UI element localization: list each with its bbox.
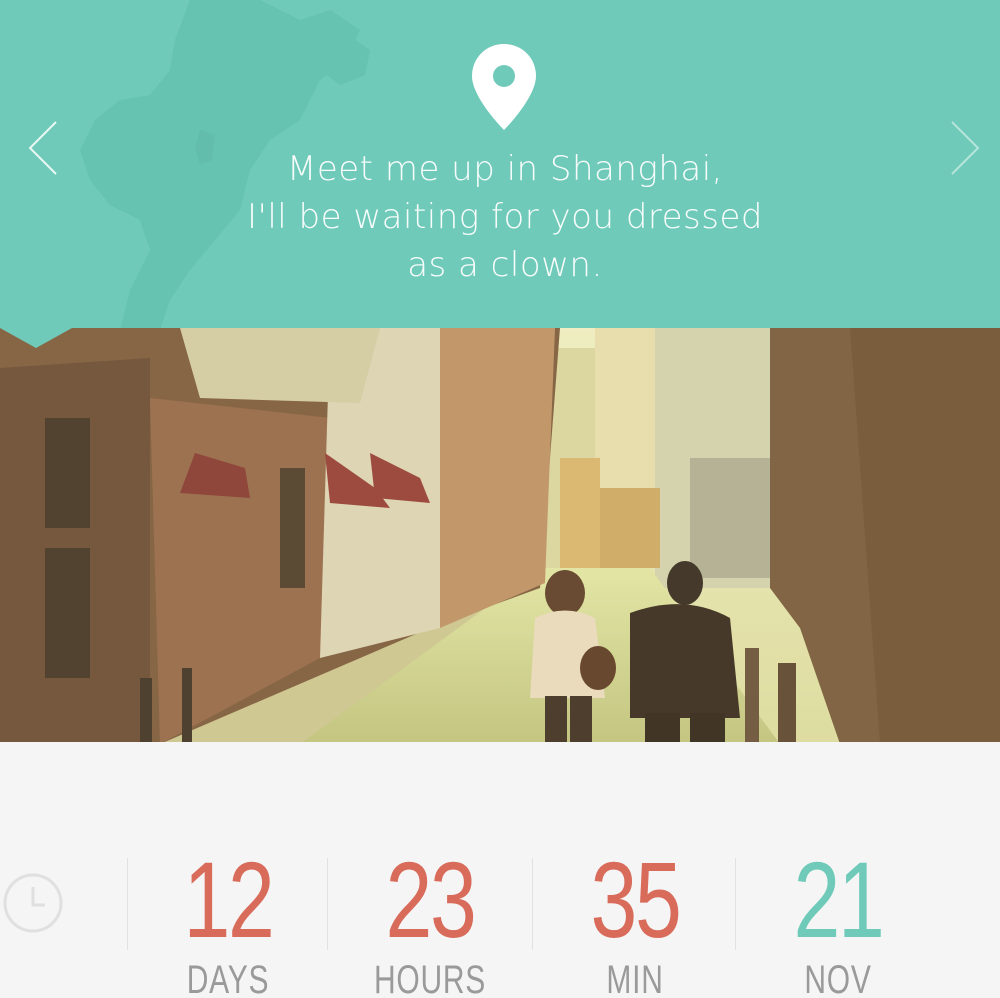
countdown-value: 12 bbox=[183, 839, 274, 960]
countdown-hours: 23 HOURS bbox=[340, 839, 520, 998]
header-notch bbox=[0, 328, 72, 348]
divider bbox=[327, 858, 328, 950]
quote-line: as a clown. bbox=[407, 245, 603, 285]
divider bbox=[127, 858, 128, 950]
chevron-right-icon[interactable] bbox=[944, 118, 984, 178]
clock-icon bbox=[3, 873, 63, 933]
app-screen: Meet me up in Shanghai, I'll be waiting … bbox=[0, 0, 1000, 998]
countdown-label: HOURS bbox=[373, 958, 487, 998]
countdown-minutes: 35 MIN bbox=[545, 839, 725, 998]
countdown-value: 21 bbox=[793, 839, 884, 960]
location-quote: Meet me up in Shanghai, I'll be waiting … bbox=[150, 145, 860, 289]
countdown-label: NOV bbox=[804, 958, 872, 998]
location-header: Meet me up in Shanghai, I'll be waiting … bbox=[0, 0, 1000, 330]
quote-line: I'll be waiting for you dressed bbox=[246, 197, 763, 237]
chevron-left-icon[interactable] bbox=[22, 118, 62, 178]
countdown-value: 23 bbox=[385, 839, 476, 960]
street-photo bbox=[0, 328, 1000, 744]
countdown-value: 35 bbox=[590, 839, 681, 960]
quote-line: Meet me up in Shanghai, bbox=[287, 149, 723, 189]
divider bbox=[532, 858, 533, 950]
location-pin-icon bbox=[472, 44, 536, 130]
countdown-label: MIN bbox=[606, 958, 664, 998]
divider bbox=[735, 858, 736, 950]
countdown-days: 12 DAYS bbox=[138, 839, 318, 998]
countdown-date: 21 NOV bbox=[748, 839, 928, 998]
countdown-label: DAYS bbox=[186, 958, 270, 998]
